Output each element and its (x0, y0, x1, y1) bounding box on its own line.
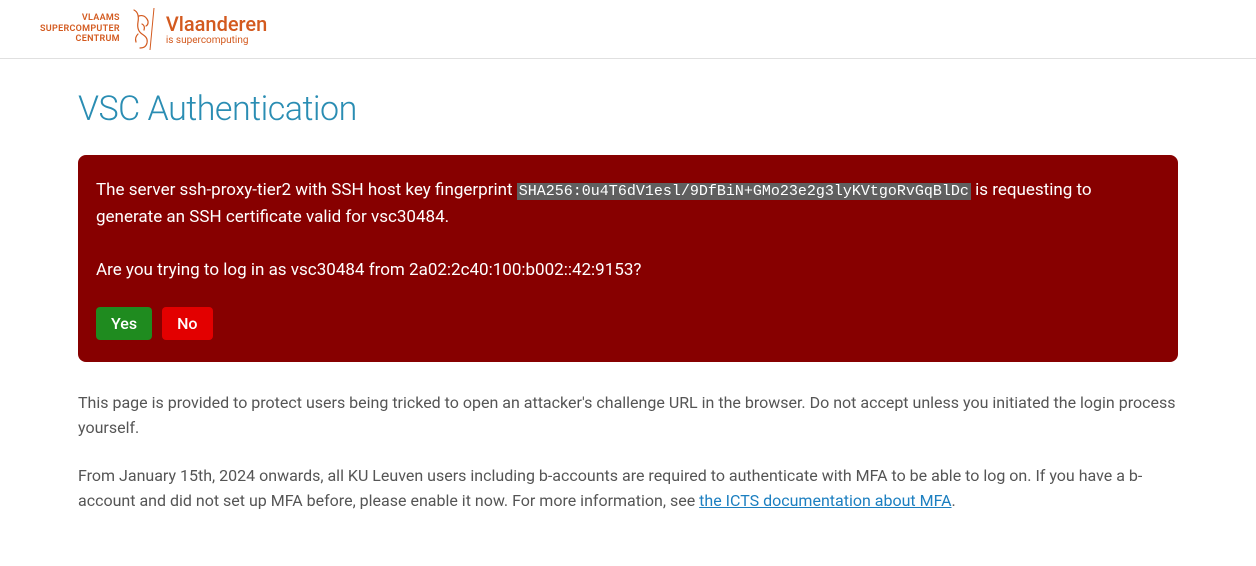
info-p2-post: . (952, 491, 956, 510)
site-header: VLAAMS SUPERCOMPUTER CENTRUM Vlaanderen … (0, 0, 1256, 59)
info-text: This page is provided to protect users b… (78, 390, 1178, 514)
brand-sub: is supercomputing (166, 35, 267, 46)
page-title: VSC Authentication (78, 89, 1178, 129)
button-row: Yes No (96, 307, 1160, 340)
alert-prefix: The server ssh-proxy-tier2 with SSH host… (96, 180, 517, 200)
info-paragraph-1: This page is provided to protect users b… (78, 390, 1178, 441)
brand-main: Vlaanderen (166, 13, 267, 35)
alert-message: The server ssh-proxy-tier2 with SSH host… (96, 177, 1160, 231)
info-paragraph-2: From January 15th, 2024 onwards, all KU … (78, 463, 1178, 514)
icts-mfa-link[interactable]: the ICTS documentation about MFA (699, 491, 951, 510)
vlaanderen-block: Vlaanderen is supercomputing (166, 13, 267, 46)
logo-line1: VLAAMS (40, 13, 120, 24)
yes-button[interactable]: Yes (96, 307, 152, 340)
logo-line3: CENTRUM (40, 34, 120, 45)
main-content: VSC Authentication The server ssh-proxy-… (38, 59, 1218, 566)
logo-line2: SUPERCOMPUTER (40, 24, 120, 35)
lion-icon (128, 8, 158, 50)
vsc-logo-text: VLAAMS SUPERCOMPUTER CENTRUM (40, 13, 120, 45)
no-button[interactable]: No (162, 307, 212, 340)
auth-alert: The server ssh-proxy-tier2 with SSH host… (78, 155, 1178, 362)
spacer (96, 231, 1160, 257)
logo-block: VLAAMS SUPERCOMPUTER CENTRUM Vlaanderen … (40, 8, 267, 50)
alert-question: Are you trying to log in as vsc30484 fro… (96, 257, 1160, 284)
info-p2-pre: From January 15th, 2024 onwards, all KU … (78, 466, 1142, 511)
ssh-fingerprint: SHA256:0u4T6dV1esl/9DfBiN+GMo23e2g3lyKVt… (517, 183, 971, 200)
